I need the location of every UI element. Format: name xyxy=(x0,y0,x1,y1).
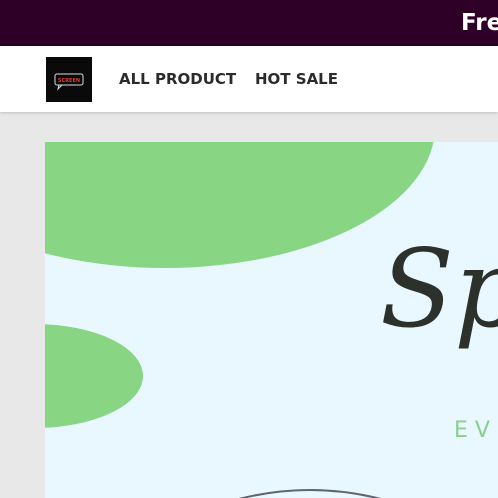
hero-banner[interactable]: Sp EVE xyxy=(45,142,498,498)
green-blob-left xyxy=(45,324,143,428)
announcement-bar: Fre xyxy=(0,0,498,46)
hero-subtitle: EVE xyxy=(454,418,498,443)
nav-hot-sale[interactable]: HOT SALE xyxy=(255,68,338,90)
outline-arc xyxy=(238,489,382,498)
svg-text:SCREEN: SCREEN xyxy=(58,78,80,84)
hero-title: Sp xyxy=(380,227,498,352)
store-logo[interactable]: SCREEN xyxy=(46,57,92,102)
green-blob-top xyxy=(45,142,434,268)
nav-all-product[interactable]: ALL PRODUCT xyxy=(119,68,236,90)
logo-badge-icon: SCREEN xyxy=(46,57,92,102)
site-header: SCREEN ALL PRODUCT HOT SALE xyxy=(0,46,498,112)
announcement-text: Fre xyxy=(461,10,498,36)
